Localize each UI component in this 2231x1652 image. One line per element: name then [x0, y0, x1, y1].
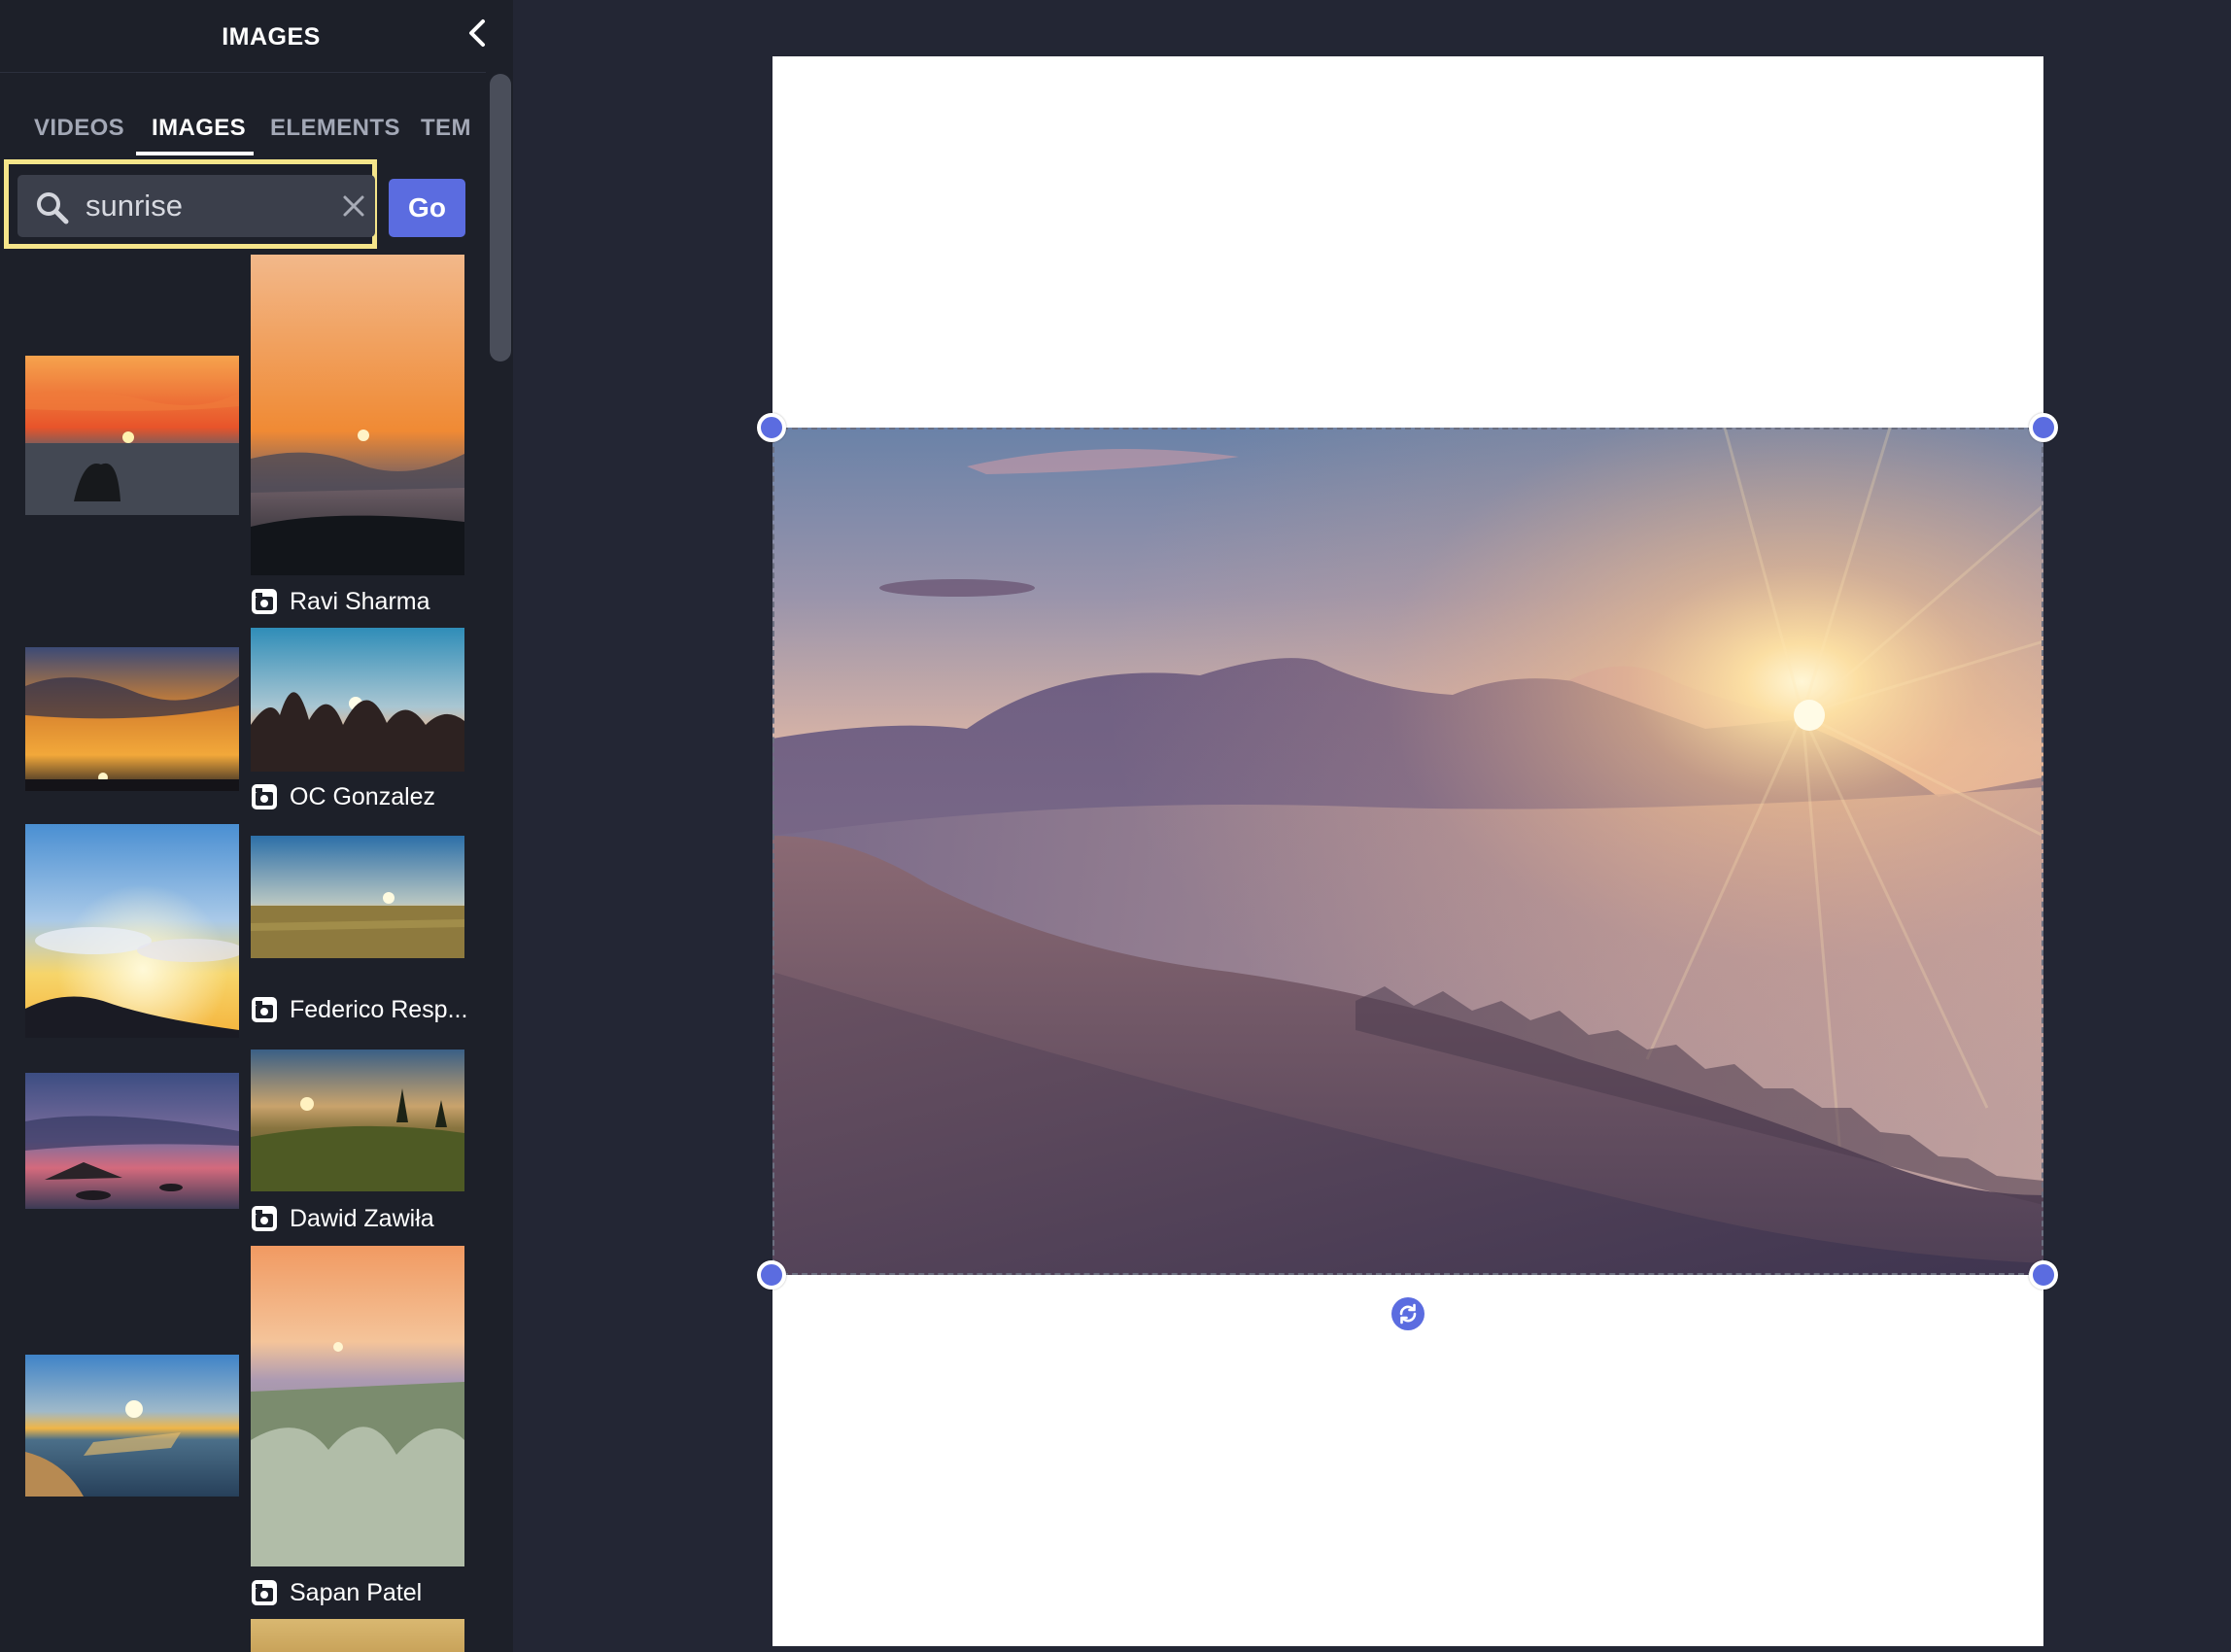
credit-name: Federico Resp... — [290, 996, 468, 1023]
result-thumbnail-2[interactable] — [251, 255, 464, 575]
result-thumbnail-11[interactable] — [251, 1619, 464, 1652]
selected-image[interactable] — [772, 428, 2043, 1275]
camera-icon — [252, 1206, 277, 1231]
tab-images[interactable]: IMAGES — [152, 115, 246, 142]
media-tabs: VIDEOS IMAGES ELEMENTS TEM — [0, 97, 486, 155]
camera-icon — [252, 1580, 277, 1605]
tab-elements[interactable]: ELEMENTS — [270, 115, 400, 142]
tab-videos[interactable]: VIDEOS — [34, 115, 124, 142]
search-box — [17, 175, 375, 237]
credit-name: OC Gonzalez — [290, 783, 436, 810]
images-panel: IMAGES VIDEOS IMAGES ELEMENTS TEM Go — [0, 0, 513, 1652]
resize-handle-top-right[interactable] — [2029, 413, 2058, 442]
rotate-icon[interactable] — [1391, 1297, 1424, 1330]
credit-name: Ravi Sharma — [290, 588, 430, 615]
camera-icon — [252, 784, 277, 809]
search-icon — [37, 192, 69, 224]
result-thumbnail-3[interactable] — [25, 647, 239, 791]
panel-title: IMAGES — [222, 23, 321, 51]
results-scrollbar[interactable] — [490, 74, 511, 361]
search-input[interactable] — [86, 187, 328, 225]
credit-name: Sapan Patel — [290, 1579, 423, 1606]
resize-handle-bottom-left[interactable] — [757, 1260, 786, 1290]
camera-icon — [252, 589, 277, 614]
chevron-left-icon — [469, 19, 485, 47]
collapse-panel-button[interactable] — [461, 14, 496, 52]
result-thumbnail-4[interactable] — [251, 628, 464, 772]
result-thumbnail-10[interactable] — [251, 1246, 464, 1566]
resize-handle-top-left[interactable] — [757, 413, 786, 442]
tab-templates[interactable]: TEM — [421, 115, 471, 142]
panel-header: IMAGES — [0, 0, 513, 73]
active-tab-indicator — [136, 152, 254, 155]
result-thumbnail-9[interactable] — [25, 1355, 239, 1497]
credit-name: Dawid Zawiła — [290, 1205, 434, 1232]
result-thumbnail-1[interactable] — [25, 356, 239, 515]
result-thumbnail-6[interactable] — [251, 836, 464, 958]
close-icon[interactable] — [340, 192, 367, 220]
search-go-button[interactable]: Go — [389, 179, 465, 237]
resize-handle-bottom-right[interactable] — [2029, 1260, 2058, 1290]
result-thumbnail-8[interactable] — [251, 1050, 464, 1191]
result-thumbnail-7[interactable] — [25, 1073, 239, 1209]
result-thumbnail-5[interactable] — [25, 824, 239, 1038]
camera-icon — [252, 997, 277, 1022]
